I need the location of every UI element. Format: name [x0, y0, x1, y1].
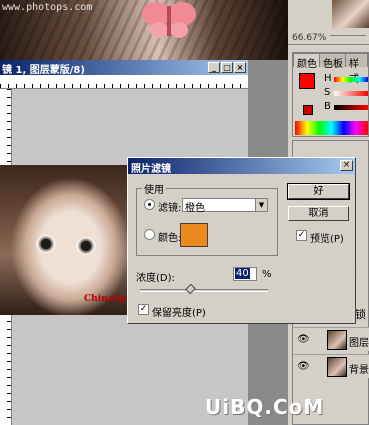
- minimize-button[interactable]: _: [208, 62, 220, 73]
- top-watermark: www.photops.com: [2, 2, 93, 13]
- chevron-down-icon[interactable]: ▼: [255, 199, 267, 211]
- preview-label: 预览(P): [310, 234, 344, 245]
- tab-styles[interactable]: 样式: [345, 53, 368, 85]
- density-input[interactable]: 40: [233, 267, 257, 281]
- density-value: 40: [235, 268, 250, 279]
- channel-b-label: B: [324, 101, 331, 112]
- window-controls: _ □ ×: [208, 62, 246, 73]
- filter-select[interactable]: 橙色 ▼: [182, 198, 268, 214]
- filter-label: 滤镜:: [158, 203, 182, 214]
- filter-select-value: 橙色: [185, 203, 205, 214]
- h-slider[interactable]: [334, 77, 368, 82]
- navigator-zoom-slider[interactable]: [330, 35, 366, 41]
- tab-color[interactable]: 颜色: [293, 53, 321, 70]
- density-label: 浓度(D):: [136, 273, 175, 284]
- horizontal-ruler: [0, 75, 248, 89]
- foreground-color-swatch[interactable]: [299, 73, 315, 89]
- layer-row[interactable]: 👁 背景: [293, 354, 369, 378]
- density-slider-track[interactable]: [140, 289, 268, 292]
- channel-h-label: H: [324, 73, 332, 84]
- photo-detail: [76, 237, 96, 255]
- layer-name: 图层: [349, 338, 369, 349]
- navigator-thumbnail[interactable]: [332, 0, 369, 28]
- color-spectrum[interactable]: [295, 121, 368, 135]
- preview-checkbox[interactable]: ✓: [296, 230, 307, 241]
- layer-thumbnail: [327, 330, 347, 350]
- gamut-warning-icon[interactable]: [303, 105, 313, 115]
- navigator-zoom[interactable]: 66.67%: [292, 33, 326, 43]
- cancel-button[interactable]: 取消: [288, 206, 349, 221]
- layer-name: 背景: [349, 365, 369, 376]
- close-button[interactable]: ×: [234, 62, 246, 73]
- maximize-button[interactable]: □: [221, 62, 233, 73]
- photo-filter-dialog: 照片滤镜 × 使用 滤镜: 橙色 ▼ 颜色: 浓度(D): 40 % ✓ 保留亮…: [127, 157, 356, 324]
- b-slider[interactable]: [334, 105, 368, 110]
- color-label: 颜色:: [158, 233, 182, 244]
- preserve-luminosity-checkbox[interactable]: ✓: [138, 304, 149, 315]
- ok-button[interactable]: 好: [287, 183, 350, 200]
- butterfly-icon: [142, 2, 196, 38]
- use-group-label: 使用: [142, 181, 166, 196]
- tab-swatches[interactable]: 色板: [319, 53, 347, 70]
- eye-icon[interactable]: 👁: [297, 334, 310, 345]
- filter-radio[interactable]: [144, 199, 155, 210]
- eye-icon[interactable]: 👁: [297, 361, 310, 372]
- preserve-luminosity-label: 保留亮度(P): [152, 308, 206, 319]
- layer-thumbnail: [327, 357, 347, 377]
- density-slider-thumb[interactable]: [185, 283, 196, 295]
- canvas-image[interactable]: [0, 165, 128, 315]
- layer-row[interactable]: 👁 图层: [293, 327, 369, 351]
- lock-label: 锁: [355, 308, 366, 321]
- dialog-title: 照片滤镜: [131, 164, 171, 175]
- photo-watermark: ChinaSpo: [84, 294, 133, 304]
- photo-detail: [36, 235, 56, 253]
- color-radio[interactable]: [144, 229, 155, 240]
- document-title-bar[interactable]: 镜 1, 图层蒙版/8) _ □ ×: [0, 60, 248, 76]
- channel-s-label: S: [324, 87, 331, 98]
- dialog-close-button[interactable]: ×: [340, 160, 353, 171]
- s-slider[interactable]: [334, 91, 368, 96]
- density-unit: %: [262, 269, 272, 280]
- dialog-title-bar[interactable]: 照片滤镜: [128, 158, 355, 175]
- filter-color-swatch[interactable]: [180, 223, 208, 247]
- color-panel: 颜色 色板 样式 H S B: [292, 52, 369, 137]
- bottom-watermark: UiBQ.CoM: [205, 395, 325, 419]
